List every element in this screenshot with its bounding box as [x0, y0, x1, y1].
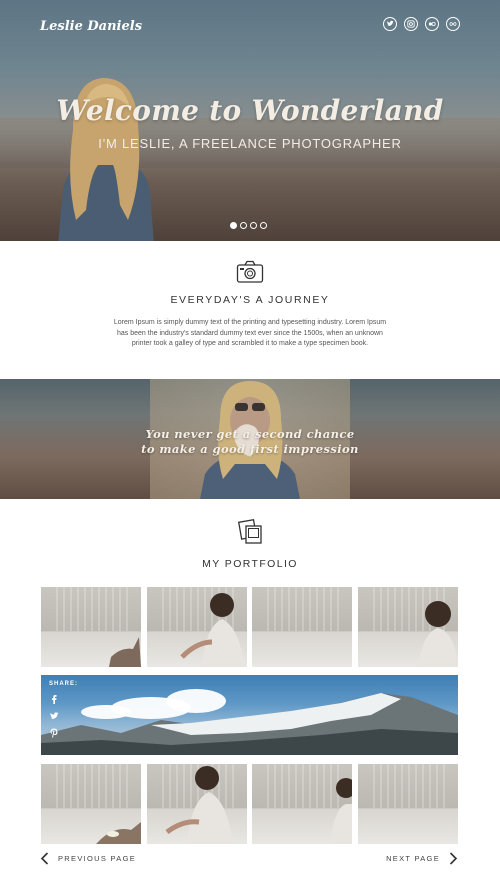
portfolio-photo-8[interactable]	[358, 764, 458, 844]
chevron-left-icon	[40, 852, 49, 865]
previous-page-label: PREVIOUS PAGE	[58, 854, 137, 863]
slider-dot-1[interactable]	[230, 222, 237, 229]
portfolio-title: MY PORTFOLIO	[202, 558, 298, 570]
previous-page-link[interactable]: PREVIOUS PAGE	[40, 852, 136, 865]
social-links	[383, 17, 460, 31]
camera-icon	[236, 260, 264, 283]
twitter-icon[interactable]	[49, 711, 59, 721]
chevron-right-icon	[449, 852, 458, 865]
intro-title: EVERYDAY'S A JOURNEY	[170, 294, 330, 306]
portfolio-photo-4[interactable]	[358, 587, 458, 667]
quote-text: You never get a second chance to make a …	[0, 427, 500, 456]
portfolio-photo-5[interactable]	[41, 764, 141, 844]
figure-hands	[96, 822, 141, 844]
curtain-texture	[51, 764, 131, 808]
slider-dot-4[interactable]	[260, 222, 267, 229]
figure-woman	[330, 778, 352, 844]
curtain-texture	[51, 587, 131, 631]
figure-woman	[165, 766, 233, 844]
portfolio-photo-1[interactable]	[41, 587, 141, 667]
infinity-icon[interactable]	[446, 17, 460, 31]
figure-woman	[418, 601, 458, 667]
share-label: SHARE:	[49, 681, 79, 687]
hero-subtitle: I'M LESLIE, A FREELANCE PHOTOGRAPHER	[98, 136, 402, 151]
portfolio-banner-mountains[interactable]	[41, 675, 458, 755]
intro-text: Lorem Ipsum is simply dummy text of the …	[113, 319, 387, 347]
curtain-texture	[262, 587, 342, 631]
slider-dot-3[interactable]	[250, 222, 257, 229]
hero-slider: Leslie Daniels Welcome to Wonderland I'M…	[0, 0, 500, 241]
portfolio-photo-3[interactable]	[252, 587, 352, 667]
figure-hands	[109, 637, 141, 667]
twitter-icon[interactable]	[383, 17, 397, 31]
instagram-icon[interactable]	[404, 17, 418, 31]
portfolio-photo-2[interactable]	[147, 587, 247, 667]
site-logo[interactable]: Leslie Daniels	[40, 19, 142, 34]
pinterest-icon[interactable]	[49, 728, 59, 738]
portfolio-photo-7[interactable]	[252, 764, 352, 844]
figure-woman	[180, 593, 245, 667]
slider-dot-2[interactable]	[240, 222, 247, 229]
hero-title: Welcome to Wonderland	[56, 94, 444, 127]
next-page-link[interactable]: NEXT PAGE	[386, 852, 458, 865]
flickr-icon[interactable]	[425, 17, 439, 31]
share-panel: SHARE:	[49, 681, 78, 738]
quote-banner: You never get a second chance to make a …	[0, 379, 500, 499]
quote-line-2: to make a good first impression	[141, 441, 359, 456]
portfolio-photo-6[interactable]	[147, 764, 247, 844]
quote-line-1: You never get a second chance	[145, 427, 355, 441]
next-page-label: NEXT PAGE	[386, 854, 440, 863]
curtain-texture	[368, 764, 448, 808]
facebook-icon[interactable]	[49, 694, 59, 704]
slider-dots	[230, 222, 267, 229]
mountain-range	[41, 693, 458, 755]
photos-icon	[238, 518, 262, 544]
